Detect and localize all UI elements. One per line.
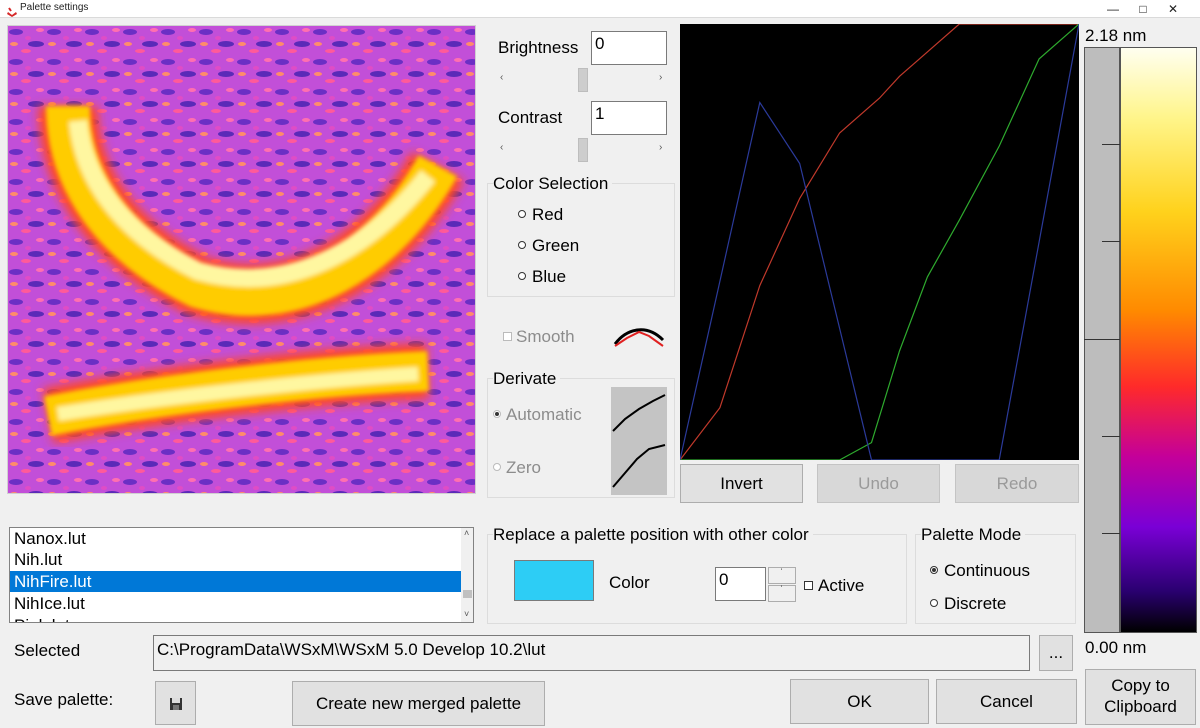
scale-tick (1102, 144, 1120, 145)
title-bar: Palette settings — □ ✕ (0, 0, 1200, 18)
window-title: Palette settings (20, 2, 89, 13)
palette-file-list[interactable]: Nanox.lut Nih.lut NihFire.lut NihIce.lut… (9, 527, 474, 623)
blue-channel-curve[interactable] (680, 24, 1079, 460)
contrast-label: Contrast (498, 108, 563, 127)
spin-up-arrow-icon[interactable]: ˙ (768, 567, 796, 584)
scale-tick (1102, 241, 1120, 242)
color-swatch-button[interactable] (514, 560, 594, 601)
discrete-radio[interactable] (930, 599, 938, 607)
list-item-selected[interactable]: NihFire.lut (10, 571, 462, 592)
green-radio-label[interactable]: Green (532, 236, 579, 256)
scale-tick (1084, 339, 1120, 340)
scroll-up-arrow-icon[interactable]: ˄ (464, 528, 469, 538)
automatic-radio[interactable] (493, 410, 501, 418)
continuous-radio[interactable] (930, 566, 938, 574)
active-checkbox[interactable] (804, 581, 813, 590)
continuous-radio-label[interactable]: Continuous (944, 561, 1030, 581)
scroll-thumb[interactable] (463, 590, 472, 598)
replace-color-title: Replace a palette position with other co… (493, 525, 813, 545)
list-item[interactable]: NihIce.lut (10, 593, 462, 614)
derivate-title: Derivate (493, 369, 561, 389)
list-scrollbar[interactable]: ˄ ˅ (461, 528, 473, 622)
list-item[interactable]: Nanox.lut (10, 528, 462, 549)
maximize-icon[interactable]: □ (1128, 0, 1158, 18)
brightness-slider[interactable]: ‹ › (497, 68, 667, 92)
red-channel-curve[interactable] (680, 24, 1079, 460)
cancel-button[interactable]: Cancel (936, 679, 1077, 724)
slider-left-arrow-icon[interactable]: ‹ (500, 142, 503, 153)
green-radio[interactable] (518, 241, 526, 249)
spin-down-arrow-icon[interactable]: ˙ (768, 585, 796, 602)
scroll-down-arrow-icon[interactable]: ˅ (464, 609, 469, 619)
app-logo-icon (6, 3, 18, 17)
blue-radio-label[interactable]: Blue (532, 267, 566, 287)
list-item[interactable]: Nih.lut (10, 549, 462, 570)
color-scale-tick-panel (1084, 47, 1120, 633)
copy-to-clipboard-button[interactable]: Copy to Clipboard (1085, 669, 1196, 725)
contrast-input[interactable]: 1 (591, 101, 667, 135)
palette-curve-chart[interactable] (680, 24, 1079, 460)
derivate-preview-icon (611, 387, 667, 495)
floppy-disk-icon (169, 696, 183, 710)
zero-radio[interactable] (493, 463, 501, 471)
ok-button[interactable]: OK (790, 679, 929, 724)
list-item[interactable]: Pink.lut (10, 615, 462, 622)
redo-button[interactable]: Redo (955, 464, 1079, 503)
selected-label: Selected (14, 641, 81, 660)
scale-max-label: 2.18 nm (1085, 26, 1147, 45)
smooth-curve-icon (613, 322, 665, 350)
undo-button[interactable]: Undo (817, 464, 940, 503)
contrast-slider-thumb[interactable] (578, 138, 588, 162)
brightness-input[interactable]: 0 (591, 31, 667, 65)
slider-right-arrow-icon[interactable]: › (659, 142, 662, 153)
save-palette-label: Save palette: (14, 690, 114, 709)
brightness-slider-thumb[interactable] (578, 68, 588, 92)
color-scale-gradient (1120, 47, 1197, 633)
invert-button[interactable]: Invert (680, 464, 803, 503)
image-preview[interactable] (7, 25, 476, 494)
color-selection-group (487, 183, 675, 297)
contrast-slider[interactable]: ‹ › (497, 138, 667, 162)
color-label: Color (609, 573, 650, 592)
automatic-radio-label[interactable]: Automatic (506, 405, 582, 425)
smooth-label: Smooth (516, 327, 575, 346)
browse-button[interactable]: ... (1039, 635, 1073, 671)
blue-radio[interactable] (518, 272, 526, 280)
smooth-checkbox[interactable] (503, 332, 512, 341)
create-merged-palette-button[interactable]: Create new merged palette (292, 681, 545, 726)
selected-path-field[interactable]: C:\ProgramData\WSxM\WSxM 5.0 Develop 10.… (153, 635, 1030, 671)
close-icon[interactable]: ✕ (1158, 0, 1188, 18)
position-input[interactable]: 0 (715, 567, 766, 601)
red-radio-label[interactable]: Red (532, 205, 563, 225)
scale-min-label: 0.00 nm (1085, 638, 1147, 657)
color-scale (1084, 47, 1197, 633)
discrete-radio-label[interactable]: Discrete (944, 594, 1006, 614)
slider-right-arrow-icon[interactable]: › (659, 72, 662, 83)
red-radio[interactable] (518, 210, 526, 218)
palette-mode-title: Palette Mode (921, 525, 1026, 545)
minimize-icon[interactable]: — (1098, 0, 1128, 18)
active-label[interactable]: Active (818, 576, 864, 596)
slider-left-arrow-icon[interactable]: ‹ (500, 72, 503, 83)
green-channel-curve[interactable] (680, 24, 1079, 460)
scale-tick (1102, 533, 1120, 534)
brightness-label: Brightness (498, 38, 579, 57)
save-palette-button[interactable] (155, 681, 196, 725)
scale-tick (1102, 436, 1120, 437)
zero-radio-label[interactable]: Zero (506, 458, 541, 478)
color-selection-title: Color Selection (493, 174, 613, 194)
